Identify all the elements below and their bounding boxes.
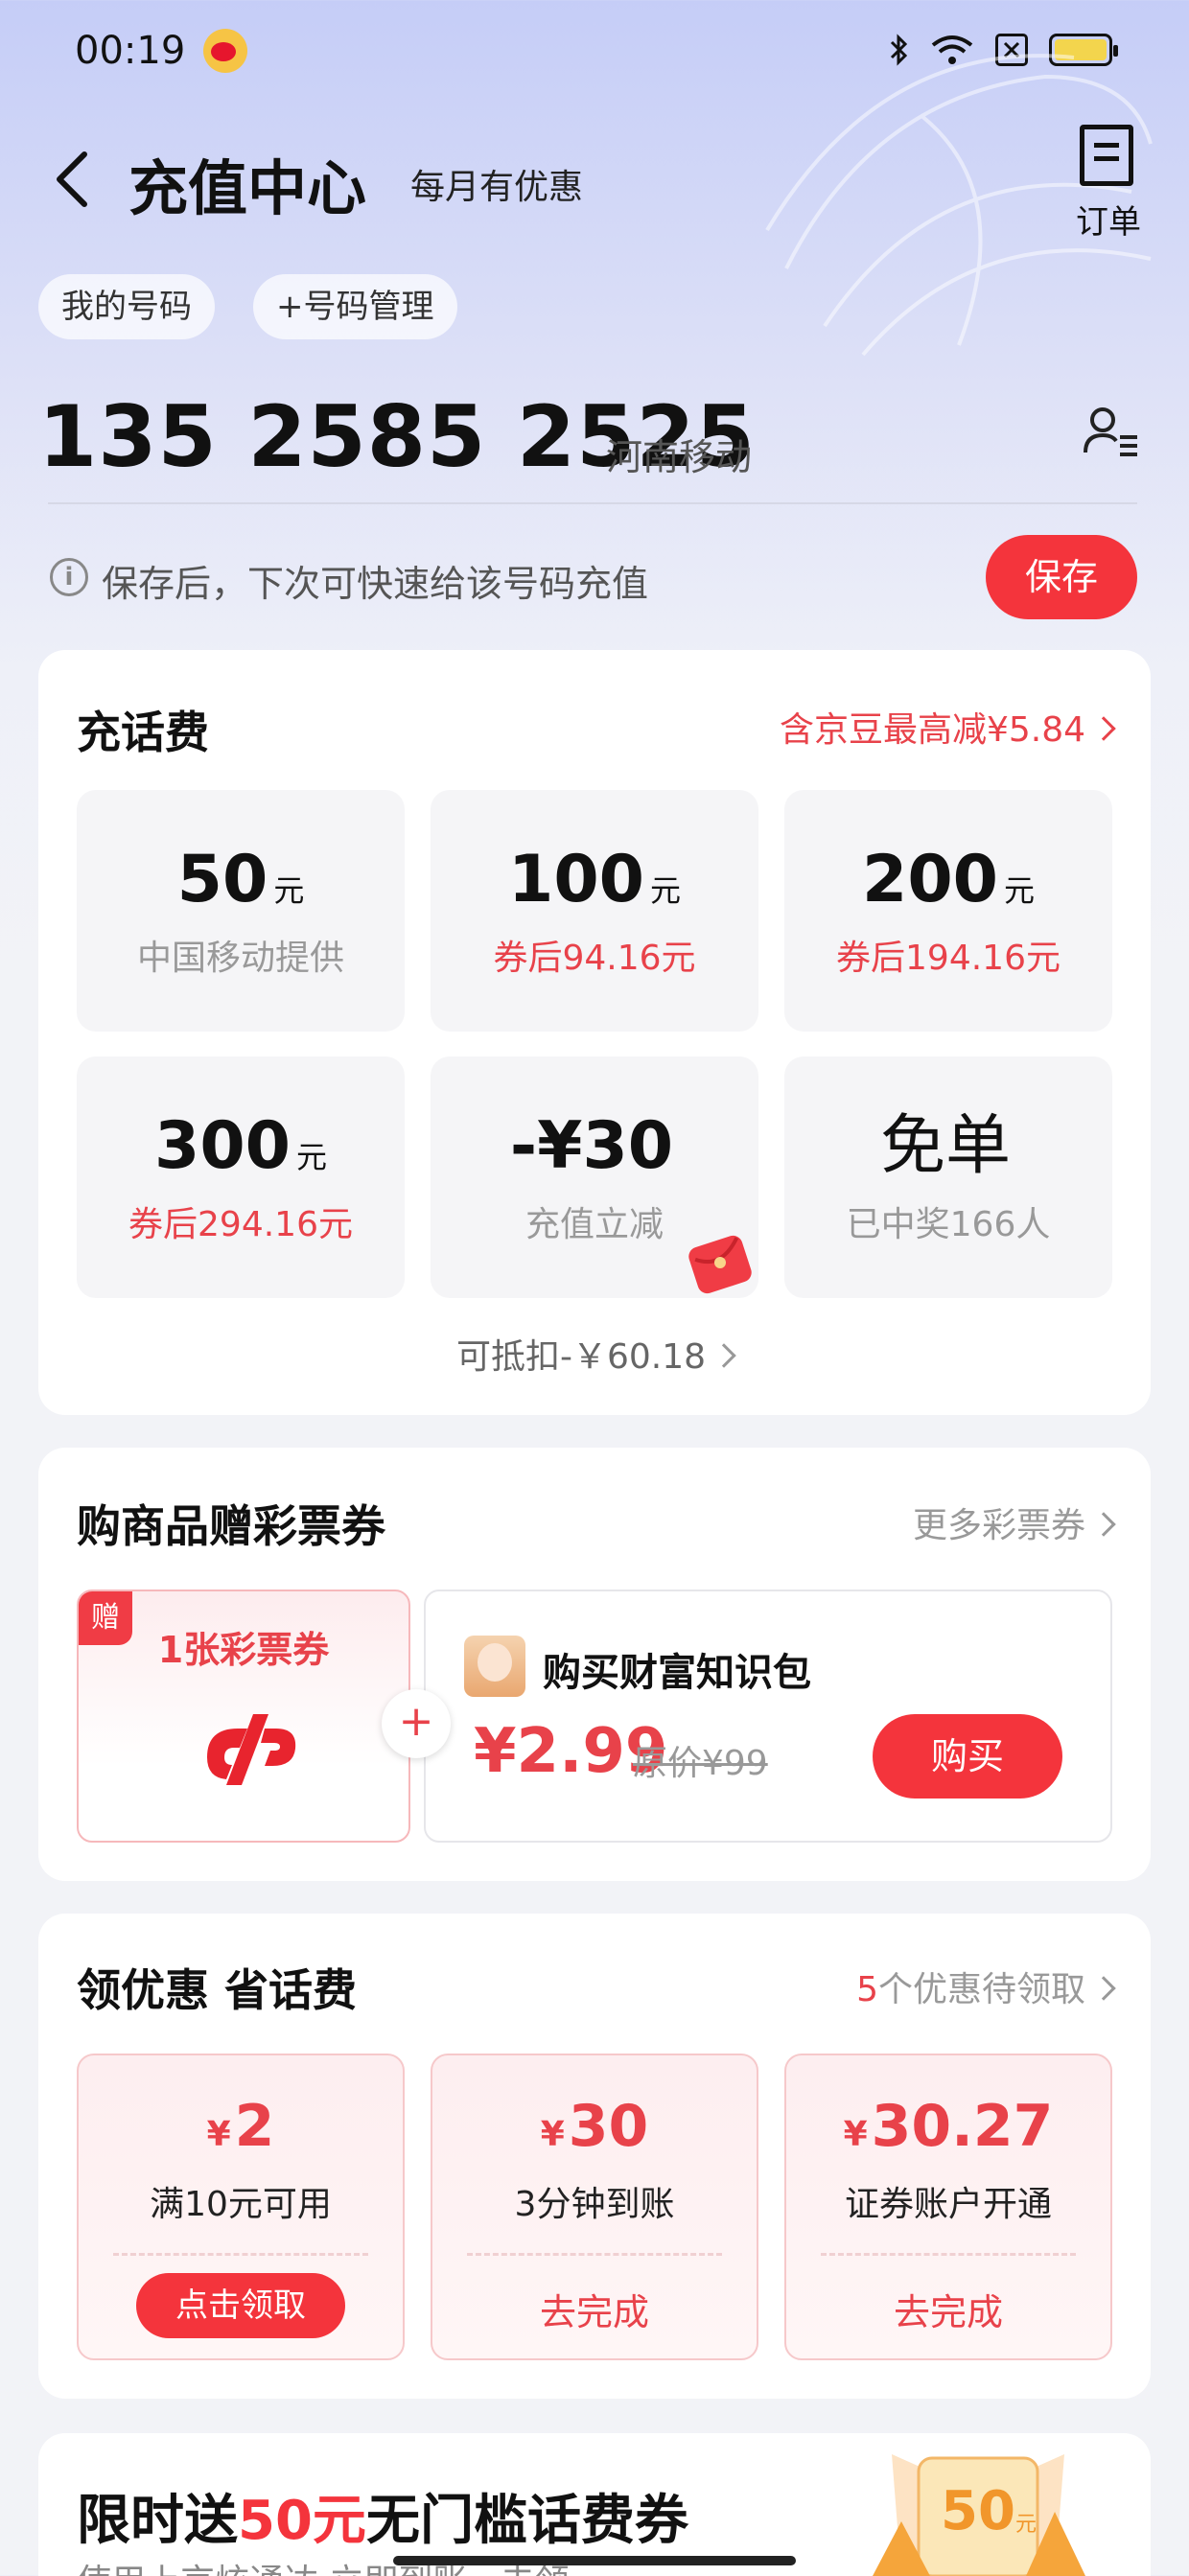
contacts-icon[interactable] <box>1082 403 1141 462</box>
recharge-tile-free[interactable]: 免单 已中奖166人 <box>784 1056 1112 1298</box>
info-icon: i <box>50 558 88 596</box>
promo-title: 限时送50元无门槛话费券 <box>77 2490 688 2552</box>
order-label[interactable]: 订单 <box>1076 196 1141 243</box>
weibo-app-icon <box>203 29 247 73</box>
recharge-tile-100[interactable]: 100 元 券后94.16元 <box>431 790 758 1032</box>
plus-icon: + <box>382 1689 451 1758</box>
more-lottery-link[interactable]: 更多彩票券 <box>913 1497 1116 1547</box>
page-subtitle: 每月有优惠 <box>410 168 584 207</box>
lottery-title: 购商品赠彩票券 <box>77 1500 385 1552</box>
original-price: 原价¥99 <box>633 1744 768 1783</box>
order-icon[interactable] <box>1080 125 1133 186</box>
coupons-title: 领优惠 省话费 <box>77 1964 358 2016</box>
coupon-item[interactable]: ¥30.27 证券账户开通 去完成 <box>784 2054 1112 2360</box>
gift-label: 1张彩票券 <box>157 1629 330 1671</box>
promo-badge-unit: 元 <box>1015 2513 1037 2537</box>
product-name: 购买财富知识包 <box>543 1651 811 1695</box>
welfare-lottery-logo-icon <box>207 1714 296 1785</box>
claim-button[interactable]: 点击领取 <box>136 2273 345 2338</box>
divider <box>48 502 1137 504</box>
red-packet-icon <box>688 1235 752 1294</box>
chevron-right-icon <box>1091 716 1116 741</box>
save-button[interactable]: 保存 <box>986 535 1137 619</box>
chevron-right-icon <box>1091 1512 1116 1537</box>
recharge-title: 充话费 <box>77 707 209 758</box>
chevron-right-icon <box>1091 1976 1116 2001</box>
my-number-chip[interactable]: 我的号码 <box>38 274 215 339</box>
manage-number-chip[interactable]: +号码管理 <box>253 274 457 339</box>
avatar <box>464 1636 525 1697</box>
buy-button[interactable]: 购买 <box>873 1714 1062 1799</box>
recharge-tile-300[interactable]: 300 元 券后294.16元 <box>77 1056 405 1298</box>
back-arrow-icon[interactable] <box>50 149 92 210</box>
coupon-item[interactable]: ¥2 满10元可用 点击领取 <box>77 2054 405 2360</box>
lottery-gift-card[interactable]: 赠 1张彩票券 <box>77 1590 410 1843</box>
jingdou-discount-link[interactable]: 含京豆最高减¥5.84 <box>780 702 1116 752</box>
coupons-card: 领优惠 省话费 5个优惠待领取 ¥2 满10元可用 点击领取 ¥30 3分钟到账… <box>38 1914 1151 2399</box>
save-hint: 保存后，下次可快速给该号码充值 <box>102 563 649 605</box>
status-time: 00:19 <box>75 29 186 73</box>
complete-task-button[interactable]: 去完成 <box>786 2283 1110 2335</box>
deductible-link[interactable]: 可抵扣-￥60.18 <box>0 1329 1189 1379</box>
home-indicator <box>393 2556 796 2565</box>
page-title: 充值中心 <box>128 153 367 223</box>
recharge-tile-50[interactable]: 50 元 中国移动提供 <box>77 790 405 1032</box>
complete-task-button[interactable]: 去完成 <box>432 2283 757 2335</box>
pending-coupons-link[interactable]: 5个优惠待领取 <box>856 1961 1116 2011</box>
coupon-gift-icon: 50 元 <box>873 2454 1085 2576</box>
chevron-right-icon <box>711 1343 736 1368</box>
recharge-tile-200[interactable]: 200 元 券后194.16元 <box>784 790 1112 1032</box>
recharge-card: 充话费 含京豆最高减¥5.84 50 元 中国移动提供 100 元 券后94.16元… <box>38 650 1151 1415</box>
promo-badge-amount: 50 <box>941 2480 1015 2542</box>
coupon-item[interactable]: ¥30 3分钟到账 去完成 <box>431 2054 758 2360</box>
carrier-label: 河南移动 <box>606 436 753 478</box>
